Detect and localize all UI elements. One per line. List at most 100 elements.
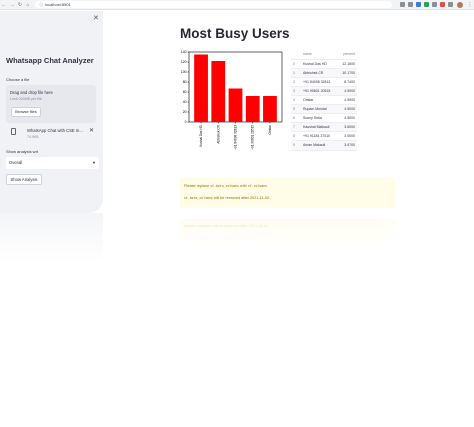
file-dropzone[interactable]: Drag and drop file here Limit 200MB per … <box>6 85 96 123</box>
home-icon[interactable]: ⌂ <box>24 0 32 10</box>
table-header-name: name <box>301 50 338 60</box>
x-tick-label: Kushal Das HD <box>199 124 203 146</box>
info-icon[interactable]: ⓘ <box>39 2 43 8</box>
row-name: Sunny Sirka <box>301 113 338 124</box>
table-row: 8 +91 91184 37010 3.0000 <box>291 131 357 142</box>
row-percent: 3.0000 <box>337 131 357 142</box>
row-name: Omkar <box>301 95 338 106</box>
bar <box>263 96 277 122</box>
y-tick-label: 100 <box>181 70 187 74</box>
file-name: WhatsApp Chat with CSE In... <box>27 128 83 133</box>
row-name: +91 91184 37010 <box>301 131 338 142</box>
row-name: +91 84098 32813 <box>301 77 338 87</box>
row-index: 5 <box>291 104 301 115</box>
y-tick-label: 120 <box>181 60 187 64</box>
bar <box>245 96 260 122</box>
bar-chart-svg: 0 20 40 60 80 100 120 140 Kushal Das HD Abhishek … <box>181 50 283 150</box>
x-tick-label: Omkar <box>268 124 272 135</box>
warning-text: Please replace <box>184 184 210 188</box>
back-icon[interactable]: ← <box>0 0 8 10</box>
sidebar-reflection <box>0 213 103 263</box>
warning-line-1: Please replace st.beta_columns with st.c… <box>184 184 267 188</box>
table-row: 3 +91 90601 20515 4.5900 <box>291 86 357 96</box>
x-tick-label: +91 90601 20515 <box>251 125 255 150</box>
extension-icon[interactable] <box>431 2 437 7</box>
row-index: 8 <box>291 131 301 142</box>
address-bar[interactable]: ⓘ localhost:8501 <box>35 1 392 8</box>
y-tick-label: 0 <box>185 120 187 124</box>
busy-users-chart: 0 20 40 60 80 100 120 140 Kushal Das HD Abhishek … <box>178 50 286 150</box>
file-size: 74.9KB <box>27 135 39 139</box>
warning-code: st.columns <box>247 184 268 188</box>
row-percent: 12.1600 <box>337 59 357 69</box>
row-name: Abhishek CR <box>301 68 338 78</box>
y-tick-label: 60 <box>183 90 187 94</box>
warning-text: will be removed after 2021-11-02. <box>213 196 271 200</box>
browse-files-button[interactable]: Browse files <box>11 107 41 117</box>
table-header-percent: percent <box>337 50 357 60</box>
warning-line-2: st.beta_columns will be removed after 20… <box>184 196 270 200</box>
menu-icon[interactable]: ⋮ <box>466 0 474 10</box>
deprecation-warning: Please replace st.beta_columns with st.c… <box>180 178 395 208</box>
row-name: +91 90601 20515 <box>301 86 338 96</box>
chevron-down-icon: ▼ <box>92 160 96 165</box>
row-name: Aman Makauli <box>301 140 338 151</box>
bar <box>211 61 226 122</box>
x-tick-label: Abhishek CR <box>216 124 220 143</box>
profile-avatar[interactable] <box>457 1 463 8</box>
row-index: 2 <box>291 77 301 87</box>
warning-code: st.beta_columns <box>184 196 213 200</box>
warning-reflection: st.beta_columns will be removed after 20… <box>180 219 395 246</box>
table-row: 1 Abhishek CR 10.1700 <box>291 68 357 78</box>
extension-icon[interactable] <box>439 2 445 7</box>
bar <box>194 54 208 122</box>
row-index: 0 <box>291 59 301 69</box>
row-index: 7 <box>291 122 301 133</box>
browser-toolbar: ← → ↻ ⌂ ⓘ localhost:8501 ⋮ <box>0 0 474 10</box>
file-icon <box>11 128 16 135</box>
y-tick-label: 20 <box>183 110 187 114</box>
dropzone-text: Drag and drop file here <box>10 90 53 95</box>
row-percent: 3.6000 <box>337 122 357 133</box>
table-row: 5 Rupam Mondal 4.5000 <box>291 104 357 115</box>
table-row: 7 Kaushal Malkauli 3.6000 <box>291 122 357 133</box>
forward-icon[interactable]: → <box>8 0 16 10</box>
busy-users-table: name percent 0 Kushal Das HD 12.1600 1 A… <box>291 50 357 151</box>
row-percent: 4.5900 <box>337 95 357 106</box>
table-row: 6 Sunny Sirka 4.5000 <box>291 113 357 124</box>
analysis-select-value: Overall <box>9 160 23 165</box>
row-percent: 4.5000 <box>337 104 357 115</box>
url-text: localhost:8501 <box>45 2 71 7</box>
row-percent: 8.7400 <box>337 77 357 87</box>
row-index: 6 <box>291 113 301 124</box>
row-percent: 3.9700 <box>337 140 357 151</box>
row-percent: 4.5900 <box>337 86 357 96</box>
extension-icon[interactable] <box>423 2 429 7</box>
delete-file-icon[interactable]: ✕ <box>89 127 94 134</box>
dropzone-limit: Limit 200MB per file <box>10 97 42 101</box>
extension-icon[interactable] <box>399 2 405 7</box>
table-row: 9 Aman Makauli 3.9700 <box>291 140 357 151</box>
y-tick-label: 40 <box>183 100 187 104</box>
extension-icon[interactable] <box>415 2 421 7</box>
row-name: Kaushal Malkauli <box>301 122 338 133</box>
uploaded-file: WhatsApp Chat with CSE In... 74.9KB ✕ <box>6 126 96 141</box>
reload-icon[interactable]: ↻ <box>16 0 24 10</box>
show-analysis-button[interactable]: Show Analysis <box>6 174 42 185</box>
table-row: 2 +91 84098 32813 8.7400 <box>291 77 357 87</box>
analysis-select[interactable]: Overall ▼ <box>6 157 99 169</box>
row-index: 1 <box>291 68 301 78</box>
extension-icon[interactable] <box>447 2 453 7</box>
app-window: ← → ↻ ⌂ ⓘ localhost:8501 ⋮ ✕ Whatsapp Ch… <box>0 0 474 427</box>
table-row: 4 Omkar 4.5900 <box>291 95 357 106</box>
close-icon[interactable]: ✕ <box>93 14 99 22</box>
warning-code: st.beta_columns <box>210 184 239 188</box>
row-index: 3 <box>291 86 301 96</box>
reflection-text: st.beta_columns will be removed after 20… <box>184 224 269 228</box>
x-tick-label: +91 84098 32813 <box>234 125 238 150</box>
extension-icon[interactable] <box>407 2 413 7</box>
row-name: Rupam Mondal <box>301 104 338 115</box>
row-index: 4 <box>291 95 301 106</box>
y-tick-label: 80 <box>183 80 187 84</box>
page-title: Most Busy Users <box>180 26 290 41</box>
